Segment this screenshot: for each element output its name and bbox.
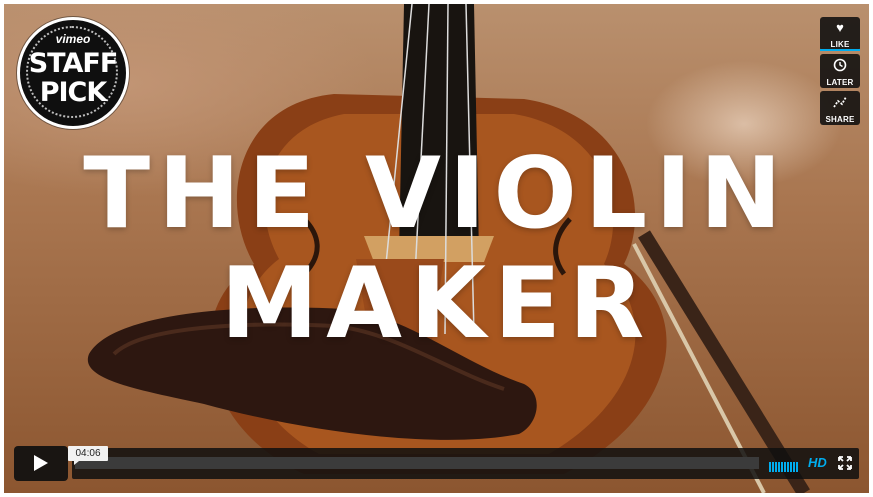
video-player[interactable]: THE VIOLIN MAKER vimeo STAFF PICK ♥ LIKE… [4,4,869,493]
share-label: SHARE [825,115,855,124]
like-indicator [820,49,860,51]
hd-toggle[interactable]: HD [808,455,827,471]
share-icon [820,95,860,112]
share-button[interactable]: SHARE [820,91,860,125]
staff-pick-badge[interactable]: vimeo STAFF PICK [17,17,129,129]
play-button[interactable] [14,446,68,481]
later-label: LATER [826,78,854,87]
progress-track[interactable] [75,457,759,469]
like-label: LIKE [830,40,850,49]
duration-tooltip: 04:06 [68,446,108,465]
badge-line1: STAFF [28,48,119,79]
clock-icon [820,58,860,75]
control-bar: HD [72,448,859,479]
video-title: THE VIOLIN MAKER [83,137,790,361]
heart-icon: ♥ [836,20,844,35]
badge-brand: vimeo [55,32,91,46]
fullscreen-icon[interactable] [838,456,852,470]
badge-line2: PICK [39,77,108,108]
like-button[interactable]: ♥ LIKE [820,17,860,51]
watch-later-button[interactable]: LATER [820,54,860,88]
volume-icon[interactable] [769,459,799,472]
play-icon [34,455,48,471]
